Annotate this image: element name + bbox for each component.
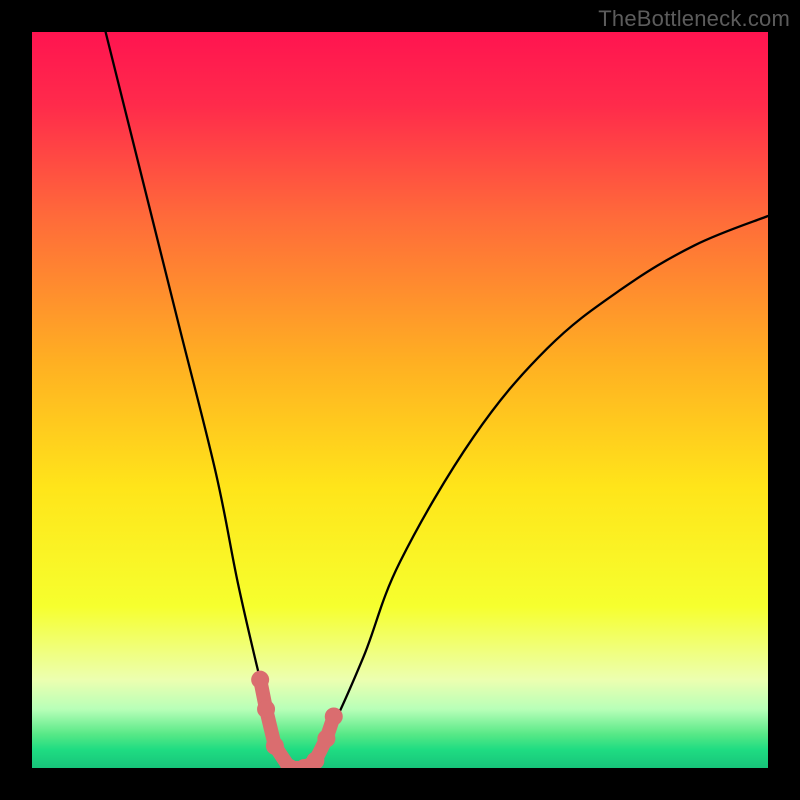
marker-dot xyxy=(317,730,335,748)
curve-layer xyxy=(32,32,768,768)
bottleneck-curve xyxy=(106,32,768,768)
marker-dot xyxy=(266,737,284,755)
marker-dot xyxy=(325,707,343,725)
marker-dot xyxy=(251,671,269,689)
chart-frame: TheBottleneck.com xyxy=(0,0,800,800)
plot-area xyxy=(32,32,768,768)
marker-cluster xyxy=(251,671,343,768)
watermark-text: TheBottleneck.com xyxy=(598,6,790,32)
marker-dot xyxy=(257,700,275,718)
